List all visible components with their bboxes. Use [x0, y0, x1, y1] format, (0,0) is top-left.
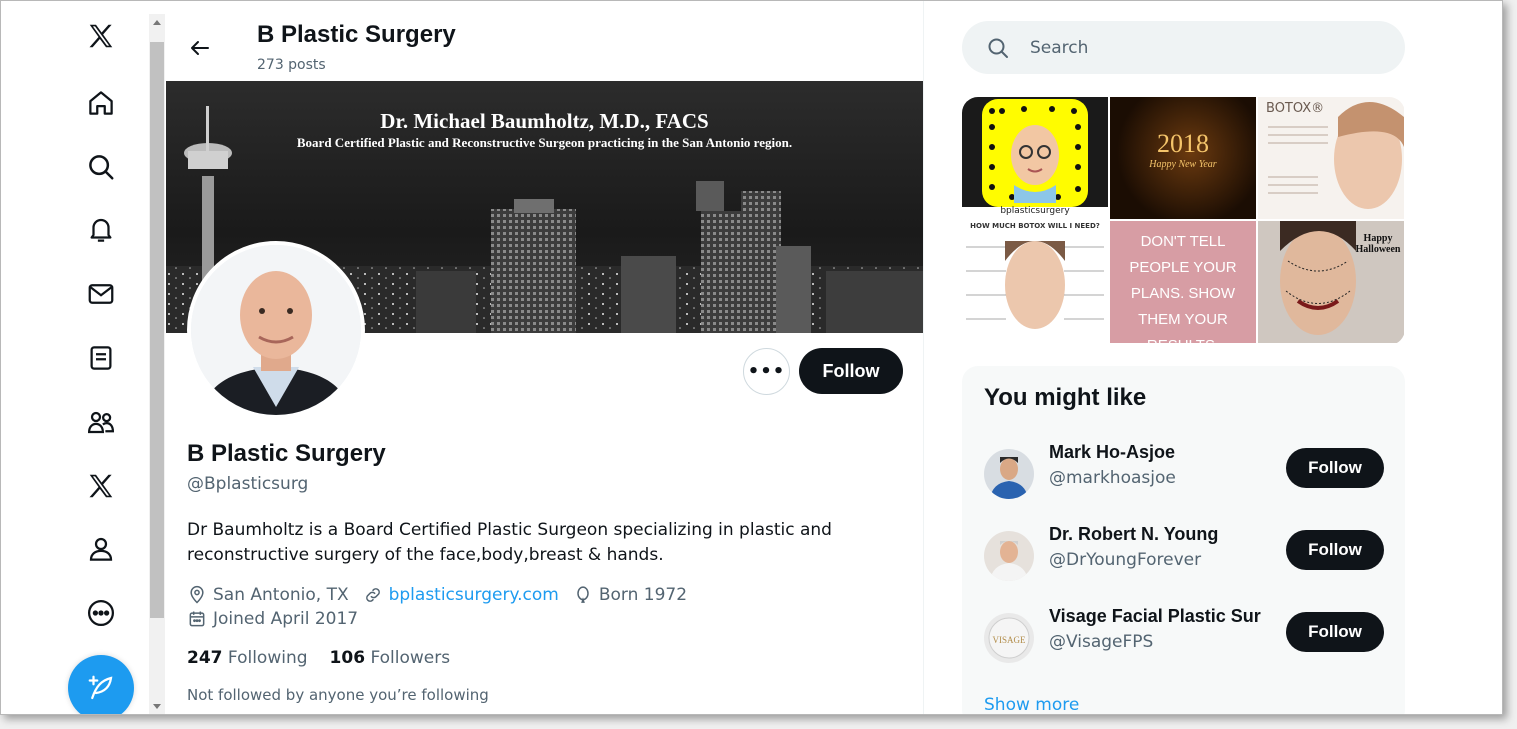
suggestion-row[interactable]: Mark Ho-Asjoe @markhoasjoe Follow [962, 442, 1405, 506]
media-grid: bplasticsurgery 2018 Happy New Year BOTO… [962, 97, 1405, 345]
location-item: San Antonio, TX [187, 585, 349, 605]
profile-meta: San Antonio, TX bplasticsurgery.com Born… [187, 585, 701, 605]
halloween-text: Happy Halloween [1355, 233, 1401, 255]
avatar[interactable] [984, 531, 1034, 581]
x-logo-icon[interactable] [81, 16, 121, 56]
botox-face-image [966, 241, 1104, 329]
follow-stats: 247 Following 106 Followers [187, 648, 450, 668]
joined-text: Joined April 2017 [213, 609, 359, 629]
media-tile[interactable]: HOW MUCH BOTOX WILL I NEED? [962, 221, 1108, 343]
media-tile[interactable]: Happy Halloween [1258, 221, 1404, 343]
post-count: 273 posts [257, 57, 326, 73]
face-illustration-image [1268, 102, 1404, 209]
not-followed-note: Not followed by anyone you’re following [187, 686, 489, 704]
followers-count: 106 [329, 648, 366, 668]
balloon-icon [577, 586, 589, 603]
website-link[interactable]: bplasticsurgery.com [389, 585, 559, 605]
suggestion-follow-button[interactable]: Follow [1286, 530, 1384, 570]
joined-item: Joined April 2017 [187, 609, 358, 629]
header-title: B Plastic Surgery [257, 21, 456, 48]
notifications-icon[interactable] [81, 210, 121, 250]
more-options-button[interactable]: ••• [743, 348, 790, 395]
compose-post-button[interactable] [68, 655, 134, 714]
avatar[interactable]: VISAGE [984, 613, 1034, 663]
snapcode-caption: bplasticsurgery [1000, 206, 1070, 216]
scroll-down-arrow-icon[interactable] [153, 704, 161, 709]
profile-joined: Joined April 2017 [187, 609, 372, 629]
communities-icon[interactable] [81, 402, 121, 442]
home-icon[interactable] [81, 83, 121, 123]
website-item[interactable]: bplasticsurgery.com [363, 585, 559, 605]
search-box[interactable] [962, 21, 1405, 74]
who-to-follow-panel: You might like Mark Ho-Asjoe @markhoasjo… [962, 366, 1405, 714]
back-arrow-icon[interactable] [188, 36, 212, 60]
suggestion-name[interactable]: Mark Ho-Asjoe [1049, 442, 1274, 463]
show-more-link[interactable]: Show more [984, 695, 1079, 714]
scroll-thumb[interactable] [150, 42, 164, 618]
suggestion-name[interactable]: Dr. Robert N. Young [1049, 524, 1274, 545]
avatar[interactable] [984, 449, 1034, 499]
suggestion-handle: @markhoasjoe [1049, 468, 1176, 488]
born-text: Born 1972 [598, 585, 688, 605]
more-icon[interactable] [81, 593, 121, 633]
follow-button[interactable]: Follow [799, 348, 903, 394]
scrollbar[interactable] [149, 14, 165, 714]
media-tile[interactable]: DON'T TELL PEOPLE YOUR PLANS. SHOW THEM … [1110, 221, 1256, 343]
main-column: B Plastic Surgery 273 posts Dr. Michael … [166, 1, 924, 714]
profile-bio: Dr Baumholtz is a Board Certified Plasti… [187, 520, 832, 565]
suggestion-handle: @VisageFPS [1049, 632, 1154, 652]
suggestion-row[interactable]: VISAGE Visage Facial Plastic Sur @Visage… [962, 606, 1405, 670]
scroll-up-arrow-icon[interactable] [153, 20, 161, 25]
lists-icon[interactable] [81, 338, 121, 378]
following-link[interactable]: 247 Following [187, 648, 308, 668]
suggestion-follow-button[interactable]: Follow [1286, 448, 1384, 488]
profile-icon[interactable] [81, 529, 121, 569]
profile-avatar[interactable] [187, 241, 365, 419]
suggestion-follow-button[interactable]: Follow [1286, 612, 1384, 652]
banner-subtitle: Board Certified Plastic and Reconstructi… [296, 135, 793, 150]
media-tile[interactable]: 2018 Happy New Year [1110, 97, 1256, 219]
profile-handle: @Bplasticsurg [187, 474, 309, 494]
premium-icon[interactable] [81, 466, 121, 506]
new-year-subtext: Happy New Year [1149, 159, 1217, 170]
media-tile[interactable]: bplasticsurgery [962, 97, 1108, 219]
left-nav [1, 1, 148, 714]
suggestion-handle: @DrYoungForever [1049, 550, 1202, 570]
suggestion-name[interactable]: Visage Facial Plastic Sur [1049, 606, 1274, 627]
birthday-item: Born 1972 [573, 585, 687, 605]
search-icon [988, 38, 1008, 58]
link-icon [365, 588, 380, 602]
media-tile[interactable]: BOTOX® [1258, 97, 1404, 219]
browser-window: B Plastic Surgery 273 posts Dr. Michael … [0, 0, 1503, 715]
profile-name: B Plastic Surgery [187, 440, 386, 467]
following-label: Following [227, 648, 308, 668]
followers-link[interactable]: 106 Followers [330, 648, 451, 668]
who-to-follow-title: You might like [984, 384, 1147, 411]
following-count: 247 [187, 648, 223, 668]
search-input[interactable] [1030, 34, 1370, 62]
new-year-text: 2018 [1157, 129, 1209, 158]
banner-title: Dr. Michael Baumholtz, M.D., FACS [380, 109, 709, 133]
calendar-icon [189, 611, 205, 627]
snapcode-image [962, 99, 1108, 219]
location-text: San Antonio, TX [213, 585, 349, 605]
messages-icon[interactable] [81, 274, 121, 314]
suggestion-row[interactable]: Dr. Robert N. Young @DrYoungForever Foll… [962, 524, 1405, 588]
followers-label: Followers [370, 648, 451, 668]
location-pin-icon [190, 585, 204, 604]
svg-text:VISAGE: VISAGE [993, 635, 1027, 645]
explore-icon[interactable] [81, 147, 121, 187]
quote-text: DON'T TELL PEOPLE YOUR PLANS. SHOW THEM … [1129, 233, 1237, 343]
